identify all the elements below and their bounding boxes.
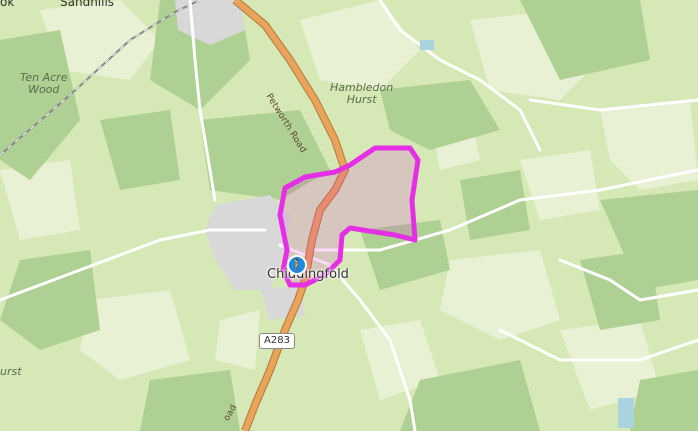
ten-acre-wood-label: Ten Acre Wood [20,72,67,96]
ten-acre-wood-line2: Wood [28,83,60,96]
a283-road-shield: A283 [259,333,295,349]
hambledon-hurst-line2: Hurst [346,93,377,106]
hurst-label: urst [0,365,22,378]
map-canvas[interactable]: Sandhills ok Ten Acre Wood Hambledon Hur… [0,0,698,431]
hambledon-hurst-label: Hambledon Hurst [330,82,393,106]
map-base-layer [0,0,698,431]
chiddingfold-label: Chiddingfold [267,267,349,282]
ok-label: ok [0,0,15,9]
hiker-icon[interactable]: 🚶 [287,255,307,275]
sandhills-label: Sandhills [60,0,115,9]
